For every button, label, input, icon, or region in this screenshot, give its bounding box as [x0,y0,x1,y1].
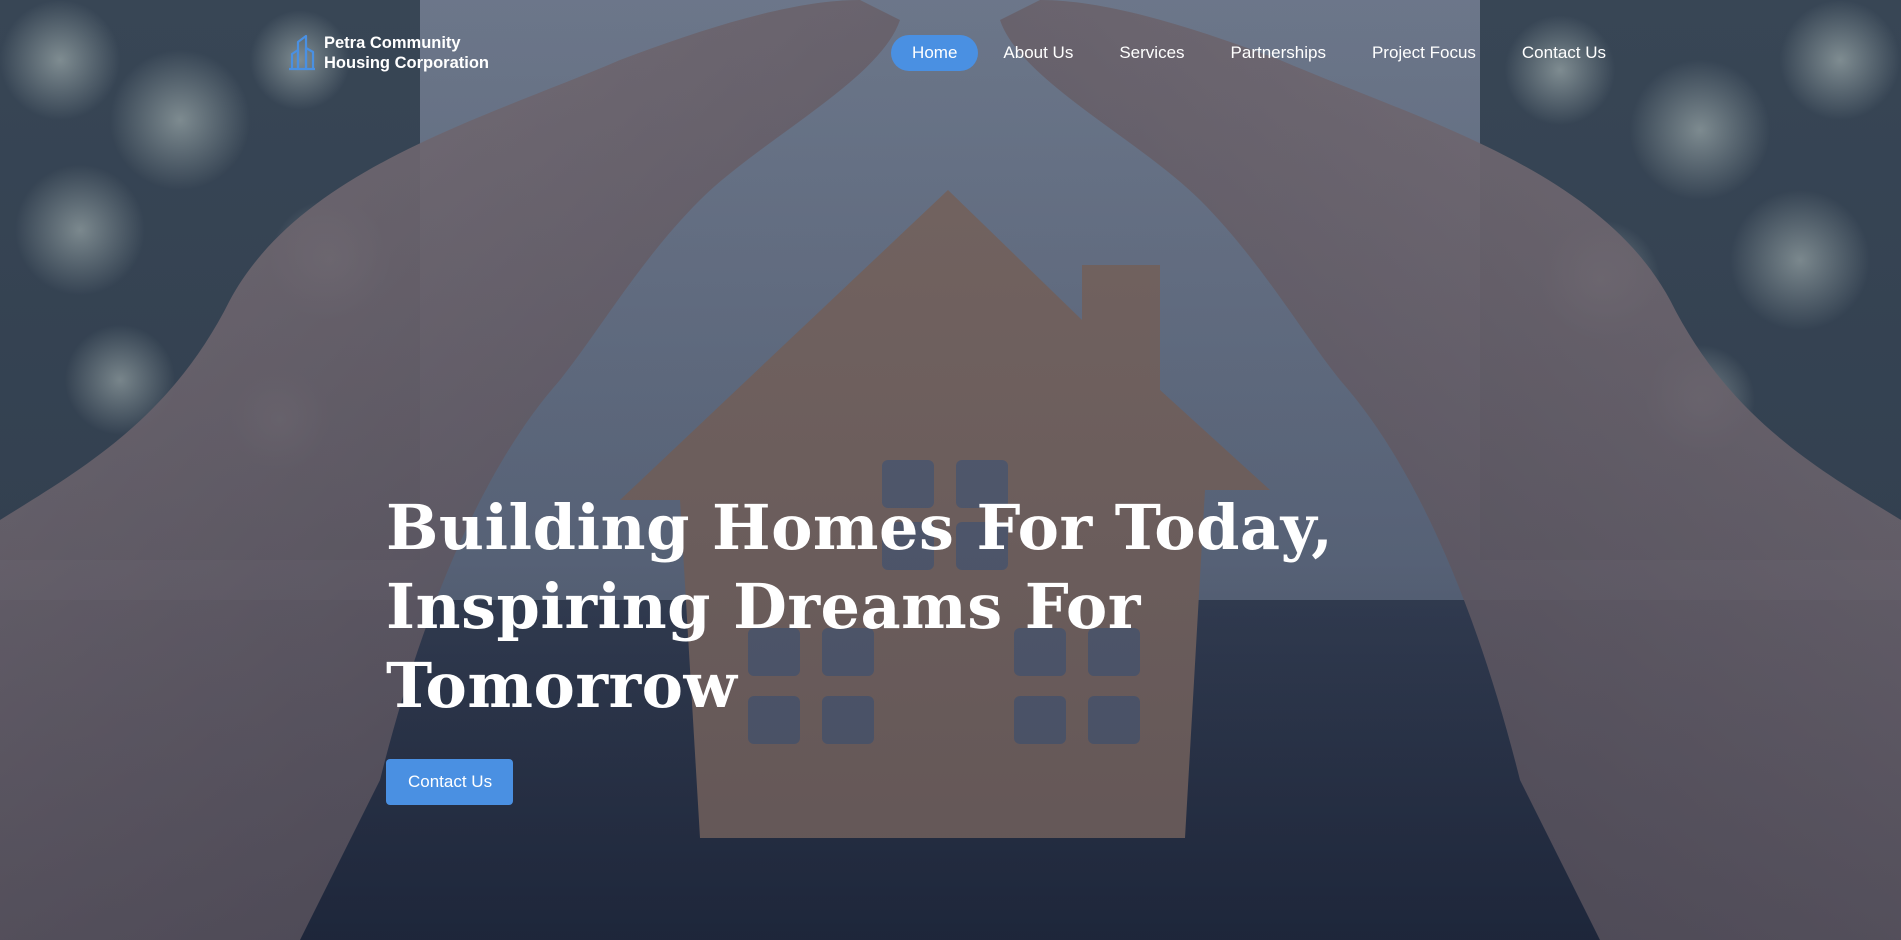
contact-us-button[interactable]: Contact Us [386,759,514,805]
nav-item-contact-us[interactable]: Contact Us [1501,35,1627,71]
hero-section: Building Homes For Today, Inspiring Drea… [386,488,1386,805]
hero-title-line-1: Building Homes For Today, [386,491,1334,564]
nav-item-home[interactable]: Home [891,35,979,71]
brand-name-line-1: Petra Community [324,34,461,52]
nav-item-project-focus[interactable]: Project Focus [1351,35,1497,71]
site-header: Petra Community Housing Corporation Home… [0,0,1901,106]
logo[interactable]: Petra Community Housing Corporation [288,33,489,73]
main-nav: Home About Us Services Partnerships Proj… [891,35,1627,71]
hero-title: Building Homes For Today, Inspiring Drea… [386,488,1386,725]
brand-name-line-2: Housing Corporation [324,54,489,72]
hero-title-line-2: Inspiring Dreams For [386,570,1141,643]
hero-title-line-3: Tomorrow [386,649,738,722]
nav-item-partnerships[interactable]: Partnerships [1210,35,1347,71]
brand-name: Petra Community Housing Corporation [324,33,489,73]
nav-item-services[interactable]: Services [1098,35,1205,71]
nav-item-about-us[interactable]: About Us [982,35,1094,71]
building-icon [289,34,315,71]
